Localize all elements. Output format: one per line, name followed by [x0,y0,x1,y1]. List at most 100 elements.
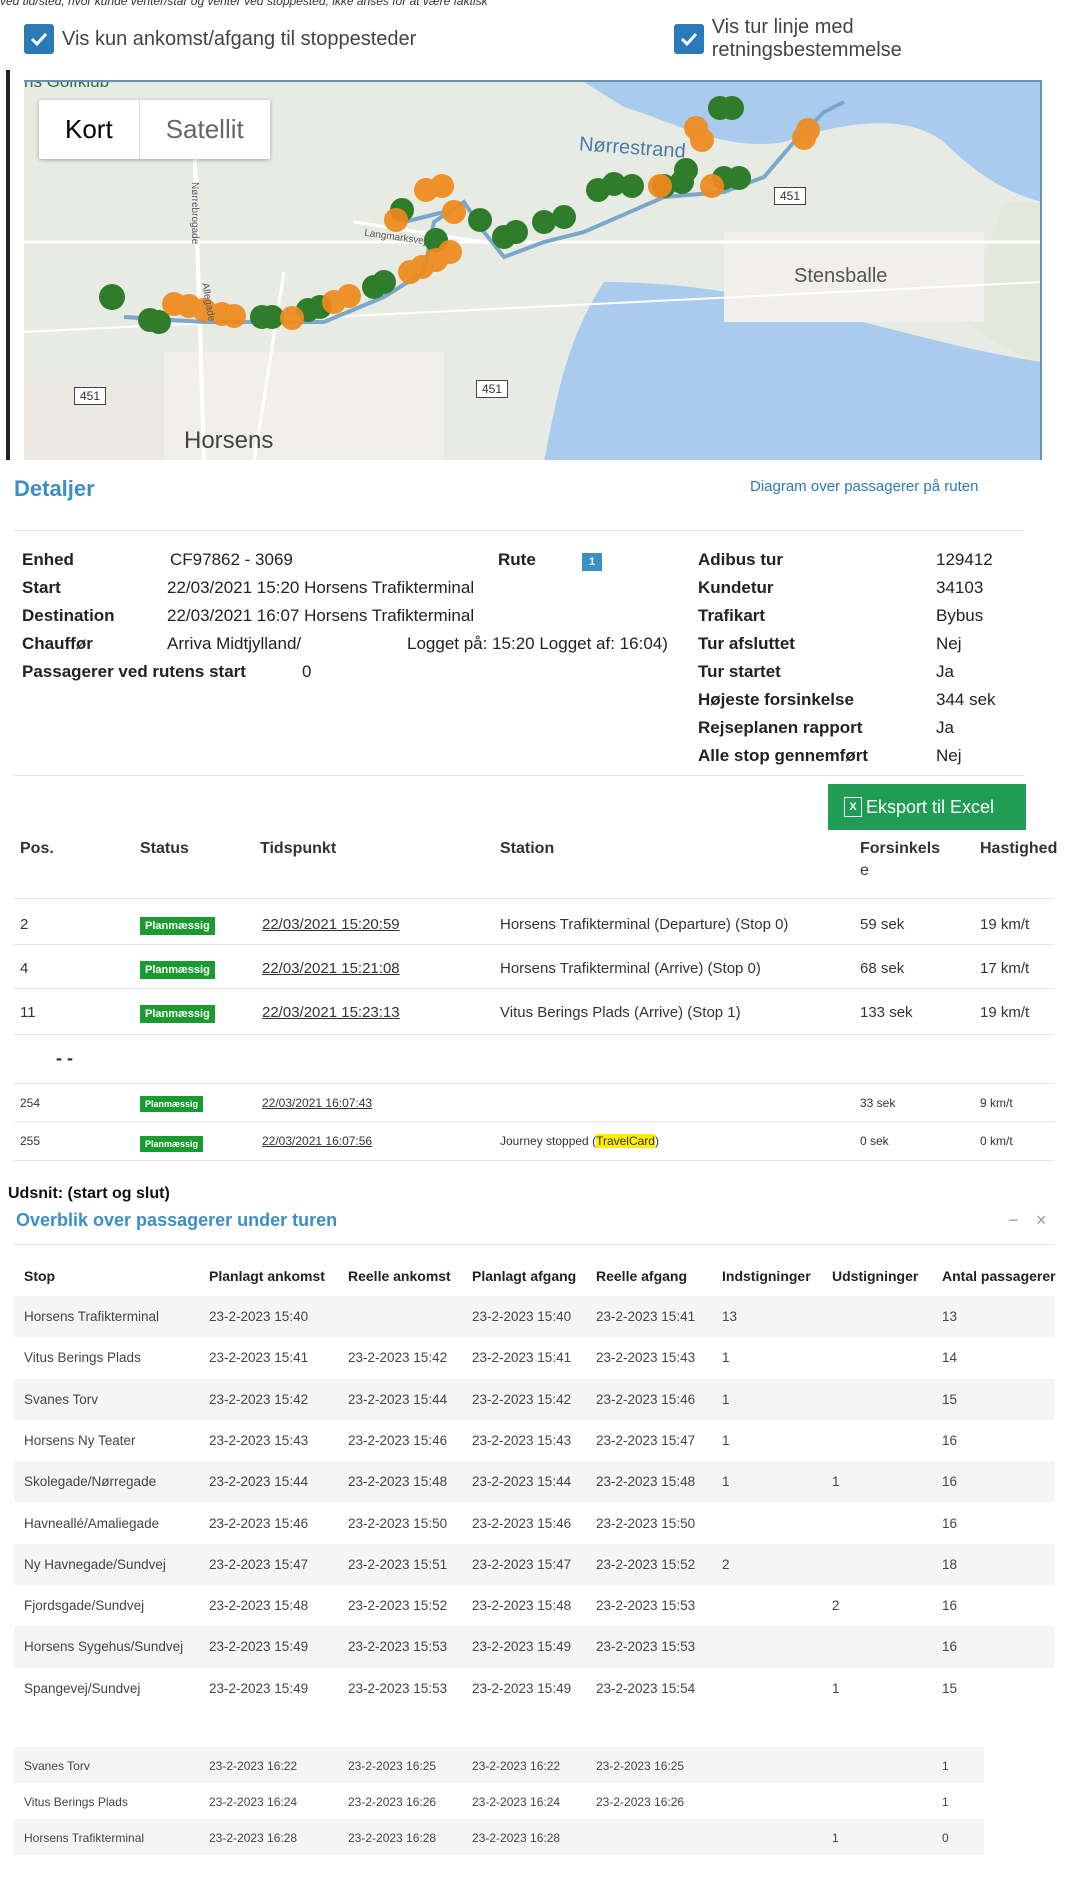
map-type-satellit[interactable]: Satellit [138,100,270,159]
table-cell: 23-2-2023 16:28 [472,1831,561,1845]
destination-label: Destination [22,606,115,625]
tur-startet-label: Tur startet [698,662,781,681]
col-forsinkelse[interactable]: Forsinkels [860,840,940,858]
table-cell: 23-2-2023 15:42 [348,1350,448,1366]
checkmark-icon [674,24,704,54]
table-cell: Ny Havnegade/Sundvej [24,1556,166,1572]
table-cell: 23-2-2023 15:49 [472,1639,572,1655]
table-cell: 23-2-2023 15:53 [348,1639,448,1655]
table-cell: Vitus Berings Plads [24,1350,141,1366]
row-time-link[interactable]: 22/03/2021 15:21:08 [262,960,400,977]
checkmark-icon [24,24,54,54]
start-label: Start [22,578,61,597]
column-header[interactable]: Antal passagerer [942,1268,1056,1284]
row-speed: 17 km/t [980,960,1030,977]
col-station[interactable]: Station [500,840,554,858]
row-delay: 33 sek [860,1096,896,1110]
row-station: Horsens Trafikterminal (Arrive) (Stop 0) [500,960,761,977]
table-cell: 23-2-2023 15:41 [596,1309,696,1324]
road-shield: 451 [74,387,107,405]
table-cell: 0 [942,1831,949,1845]
kundetur-label: Kundetur [698,578,774,597]
table-cell: 13 [942,1309,958,1324]
table-cell: 2 [832,1598,840,1614]
map-options: Vis kun ankomst/afgang til stoppesteder … [24,16,1046,61]
column-header[interactable]: Stop [24,1268,55,1284]
tur-startet-value: Ja [936,662,954,681]
divider [14,898,1054,899]
minimize-icon[interactable]: − [1008,1210,1019,1231]
table-cell: 23-2-2023 15:42 [472,1391,572,1407]
table-cell: 1 [832,1474,840,1490]
table-cell: 1 [722,1432,730,1448]
table-cell: 23-2-2023 15:48 [596,1474,696,1490]
export-excel-button[interactable]: X Eksport til Excel [828,784,1026,830]
map-label-norrebrogade: Nørrebrogade [189,182,200,245]
column-header[interactable]: Reelle afgang [596,1268,687,1284]
hojeste-forsinkelse-value: 344 sek [936,690,996,709]
table-cell: 15 [942,1680,958,1696]
table-cell: 23-2-2023 15:49 [209,1639,309,1655]
divider [14,1244,1054,1245]
status-badge: Planmæssig [140,960,215,979]
chauffor-label: Chauffør [22,634,93,653]
column-header[interactable]: Reelle ankomst [348,1268,451,1284]
adibus-value: 129412 [936,550,993,569]
table-cell: Havneallé/Amaliegade [24,1515,160,1531]
table-cell: 23-2-2023 15:50 [348,1515,448,1531]
chauffor-value: Arriva Midtjylland/ [167,634,302,653]
excerpt-caption: Udsnit: (start og slut) [8,1185,170,1202]
table-cell: 23-2-2023 15:47 [209,1556,309,1572]
table-cell: 23-2-2023 15:42 [209,1391,309,1407]
map-type-toggle: Kort Satellit [39,100,270,159]
table-cell: 23-2-2023 16:28 [348,1831,437,1845]
table-cell: 23-2-2023 15:50 [596,1515,696,1531]
table-cell: 23-2-2023 15:48 [209,1598,309,1614]
col-pos[interactable]: Pos. [20,840,54,858]
logged-times: Logget på: 15:20 Logget af: 16:04) [407,634,668,653]
table-row: Skolegade/Nørregade 23-2-2023 15:44 23-2-2… [14,1461,1054,1503]
stops-only-checkbox[interactable]: Vis kun ankomst/afgang til stoppesteder [24,24,416,54]
row-time-link[interactable]: 22/03/2021 16:07:56 [262,1134,372,1148]
col-status[interactable]: Status [140,840,189,858]
passenger-diagram-link[interactable]: Diagram over passagerer på ruten [750,478,978,495]
status-badge: Planmæssig [140,1004,215,1023]
row-time-link[interactable]: 22/03/2021 16:07:43 [262,1096,372,1110]
column-header[interactable]: Udstigninger [832,1268,918,1284]
divider [14,944,1054,945]
row-time-link[interactable]: 22/03/2021 15:23:13 [262,1004,400,1021]
column-header[interactable]: Indstigninger [722,1268,811,1284]
row-time-link[interactable]: 22/03/2021 15:20:59 [262,916,400,933]
tur-afsluttet-label: Tur afsluttet [698,634,795,653]
col-hastighed[interactable]: Hastighed [980,840,1057,858]
table-cell: 23-2-2023 15:52 [596,1556,696,1572]
table-cell: Svanes Torv [24,1759,90,1773]
column-header[interactable]: Planlagt afgang [472,1268,576,1284]
table-cell: 23-2-2023 15:47 [472,1556,572,1572]
map-type-kort[interactable]: Kort [39,100,139,159]
row-pos: 254 [20,1096,41,1110]
table-cell: 23-2-2023 16:28 [209,1831,298,1845]
hojeste-forsinkelse-label: Højeste forsinkelse [698,690,854,709]
table-cell: 1 [942,1795,949,1809]
table-cell: 16 [942,1474,958,1490]
col-tidspunkt[interactable]: Tidspunkt [260,840,336,858]
table-row: Vitus Berings Plads 23-2-2023 15:41 23-2-2… [14,1337,1054,1378]
excel-icon: X [844,797,862,817]
row-station: Vitus Berings Plads (Arrive) (Stop 1) [500,1004,741,1021]
row-delay: 0 sek [860,1134,889,1148]
column-header[interactable]: Planlagt ankomst [209,1268,325,1284]
table-cell: Spangevej/Sundvej [24,1680,141,1696]
direction-line-checkbox[interactable]: Vis tur linje med retningsbestemmelse [674,16,1046,62]
rute-label: Rute [498,550,536,569]
table-cell: 1 [722,1391,730,1407]
table-cell: 23-2-2023 15:54 [596,1680,696,1696]
route-map[interactable]: Kort Satellit ns Golfklub Nørrestrand St… [24,80,1042,460]
table-row: Svanes Torv 23-2-2023 15:42 23-2-2023 15:4… [14,1378,1054,1420]
close-icon[interactable]: × [1036,1210,1047,1231]
passagerer-label: Passagerer ved rutens start [22,662,246,681]
table-cell: 13 [722,1309,738,1324]
map-frame-edge [6,70,10,460]
table-cell: 23-2-2023 15:43 [596,1350,696,1366]
table-cell: Horsens Trafikterminal [24,1309,160,1324]
